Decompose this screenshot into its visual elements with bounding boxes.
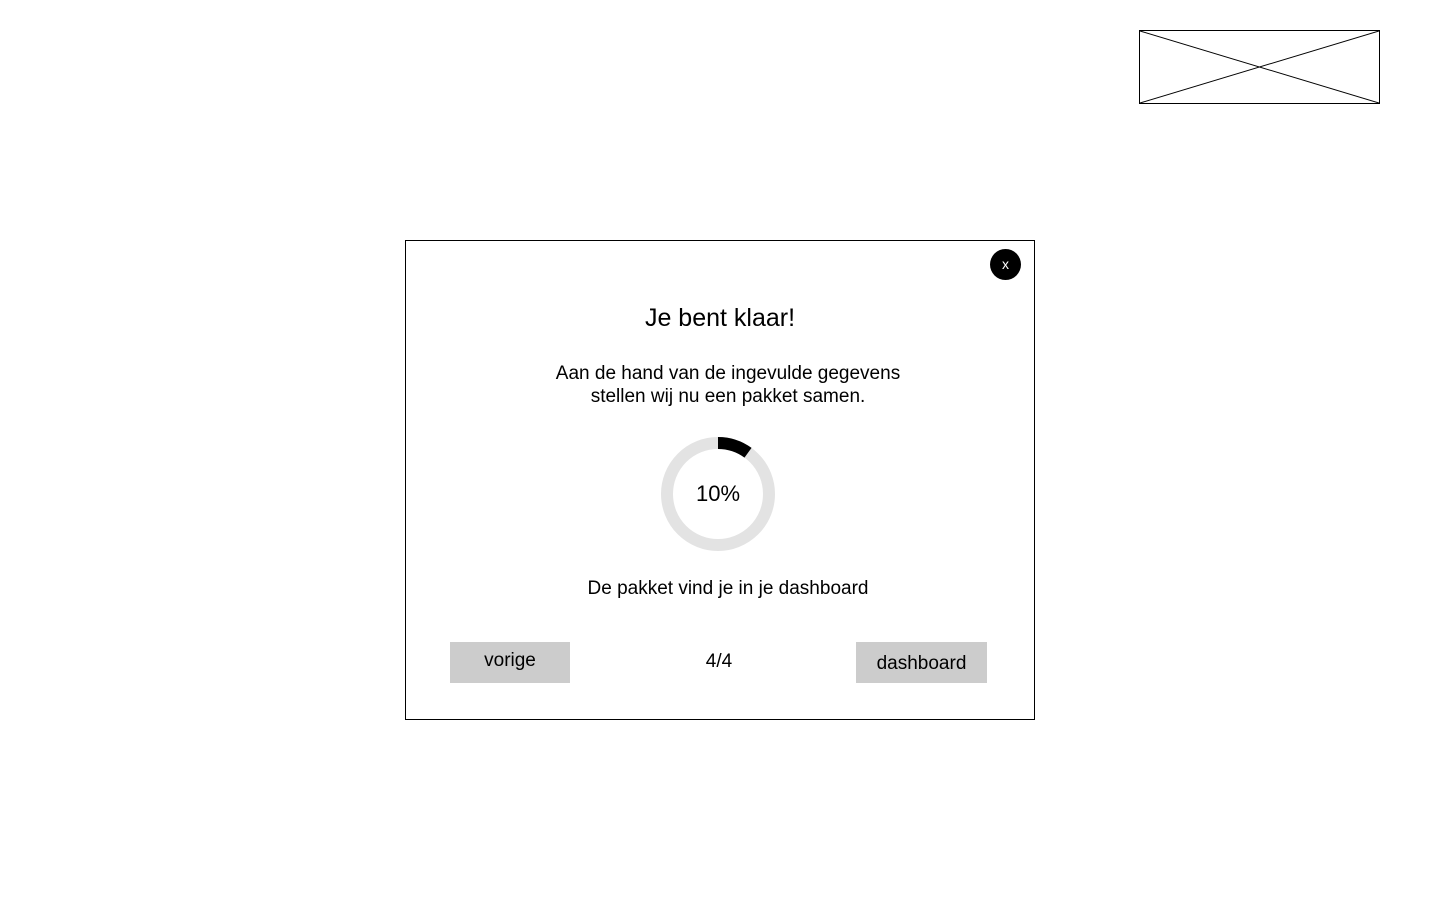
- close-button[interactable]: x: [990, 249, 1021, 280]
- modal-message-line-2: stellen wij nu een pakket samen.: [590, 386, 866, 407]
- completion-modal: x Je bent klaar! Aan de hand van de inge…: [405, 240, 1035, 720]
- dashboard-note: De pakket vind je in je dashboard: [587, 578, 869, 599]
- page: x Je bent klaar! Aan de hand van de inge…: [0, 0, 1440, 900]
- step-indicator: 4/4: [705, 651, 733, 672]
- progress-percentage: 10%: [695, 481, 741, 506]
- modal-title: Je bent klaar!: [644, 304, 796, 332]
- close-icon: x: [1002, 256, 1009, 272]
- dashboard-button[interactable]: dashboard: [856, 642, 987, 683]
- image-placeholder-icon: [1140, 31, 1379, 103]
- modal-message: Aan de hand van de ingevulde gegevens st…: [406, 362, 1050, 408]
- image-placeholder: [1139, 30, 1380, 104]
- modal-message-line-1: Aan de hand van de ingevulde gegevens: [555, 363, 901, 384]
- previous-button[interactable]: vorige: [450, 642, 570, 683]
